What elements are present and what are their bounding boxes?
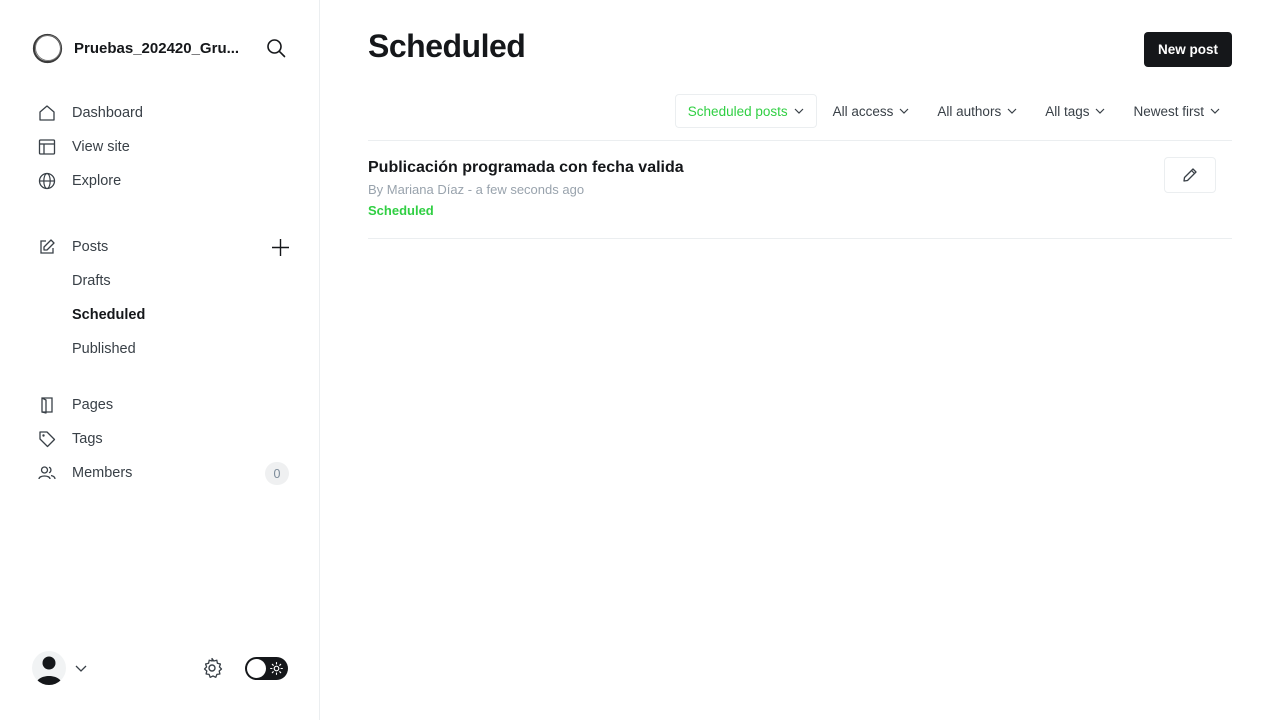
home-icon	[39, 105, 55, 121]
layout-icon	[38, 139, 56, 155]
filter-access[interactable]: All access	[821, 94, 922, 128]
page-icon	[41, 397, 53, 414]
nav-pages[interactable]: Pages	[32, 388, 290, 422]
toggle-knob	[247, 659, 266, 678]
filter-type-label: Scheduled posts	[687, 103, 788, 119]
sun-icon	[270, 662, 283, 675]
chevron-down-icon	[794, 108, 804, 114]
filter-tags-label: All tags	[1045, 103, 1090, 119]
avatar[interactable]	[32, 651, 66, 685]
nav-posts-label: Posts	[72, 239, 109, 255]
chevron-down-icon[interactable]	[74, 661, 88, 675]
site-header: Pruebas_202420_Gru...	[32, 32, 290, 64]
filter-access-label: All access	[832, 103, 894, 119]
posts-nav: Posts Drafts Scheduled Published	[32, 230, 290, 366]
chevron-down-icon	[1096, 108, 1105, 114]
main-content: Scheduled New post Scheduled posts All a…	[320, 0, 1280, 720]
tag-icon	[39, 431, 56, 448]
search-icon[interactable]	[266, 38, 286, 58]
filter-bar: Scheduled posts All access All authors A…	[671, 94, 1232, 128]
nav-pages-label: Pages	[72, 397, 114, 413]
nav-dashboard[interactable]: Dashboard	[32, 96, 290, 130]
filter-type[interactable]: Scheduled posts	[674, 94, 817, 128]
globe-icon	[38, 172, 56, 190]
post-status: Scheduled	[368, 203, 434, 218]
page-title: Scheduled	[368, 28, 526, 64]
list-item[interactable]: Publicación programada con fecha valida …	[368, 141, 1232, 239]
nav-posts[interactable]: Posts	[32, 230, 290, 264]
post-list: Publicación programada con fecha valida …	[368, 140, 1232, 239]
gear-icon[interactable]	[201, 657, 223, 679]
nav-published[interactable]: Published	[32, 332, 290, 366]
sidebar-footer	[32, 650, 290, 686]
edit-icon	[40, 239, 55, 254]
add-post-icon[interactable]	[271, 238, 290, 257]
filter-sort-label: Newest first	[1133, 103, 1204, 119]
secondary-nav: Pages Tags Members 0	[32, 388, 290, 490]
sidebar: Pruebas_202420_Gru... Dashboard View sit…	[0, 0, 320, 720]
nav-drafts[interactable]: Drafts	[32, 264, 290, 298]
members-count-badge: 0	[265, 462, 289, 485]
post-title[interactable]: Publicación programada con fecha valida	[368, 159, 684, 177]
post-meta: By Mariana Díaz - a few seconds ago	[368, 182, 585, 197]
chevron-down-icon	[899, 108, 909, 114]
nav-explore-label: Explore	[72, 173, 122, 189]
chevron-down-icon	[1007, 108, 1017, 114]
nav-explore[interactable]: Explore	[32, 164, 290, 198]
nav-view-site-label: View site	[72, 139, 130, 155]
filter-authors-label: All authors	[937, 103, 1002, 119]
filter-sort[interactable]: Newest first	[1121, 94, 1232, 128]
nav-tags[interactable]: Tags	[32, 422, 290, 456]
pencil-icon	[1183, 168, 1197, 182]
nav-view-site[interactable]: View site	[32, 130, 290, 164]
nav-dashboard-label: Dashboard	[72, 105, 143, 121]
filter-tags[interactable]: All tags	[1033, 94, 1117, 128]
new-post-button[interactable]: New post	[1143, 32, 1232, 67]
members-icon	[38, 466, 56, 480]
nav-members-label: Members	[72, 465, 133, 481]
primary-nav: Dashboard View site Explore	[32, 96, 290, 198]
edit-post-button[interactable]	[1164, 157, 1216, 193]
site-logo-icon[interactable]	[32, 33, 63, 64]
nav-members[interactable]: Members 0	[32, 456, 290, 490]
filter-authors[interactable]: All authors	[925, 94, 1029, 128]
theme-toggle[interactable]	[245, 657, 288, 680]
user-icon	[36, 656, 62, 685]
chevron-down-icon	[1210, 108, 1220, 114]
nav-scheduled[interactable]: Scheduled	[32, 298, 290, 332]
site-title[interactable]: Pruebas_202420_Gru...	[74, 40, 250, 57]
nav-tags-label: Tags	[72, 431, 103, 447]
